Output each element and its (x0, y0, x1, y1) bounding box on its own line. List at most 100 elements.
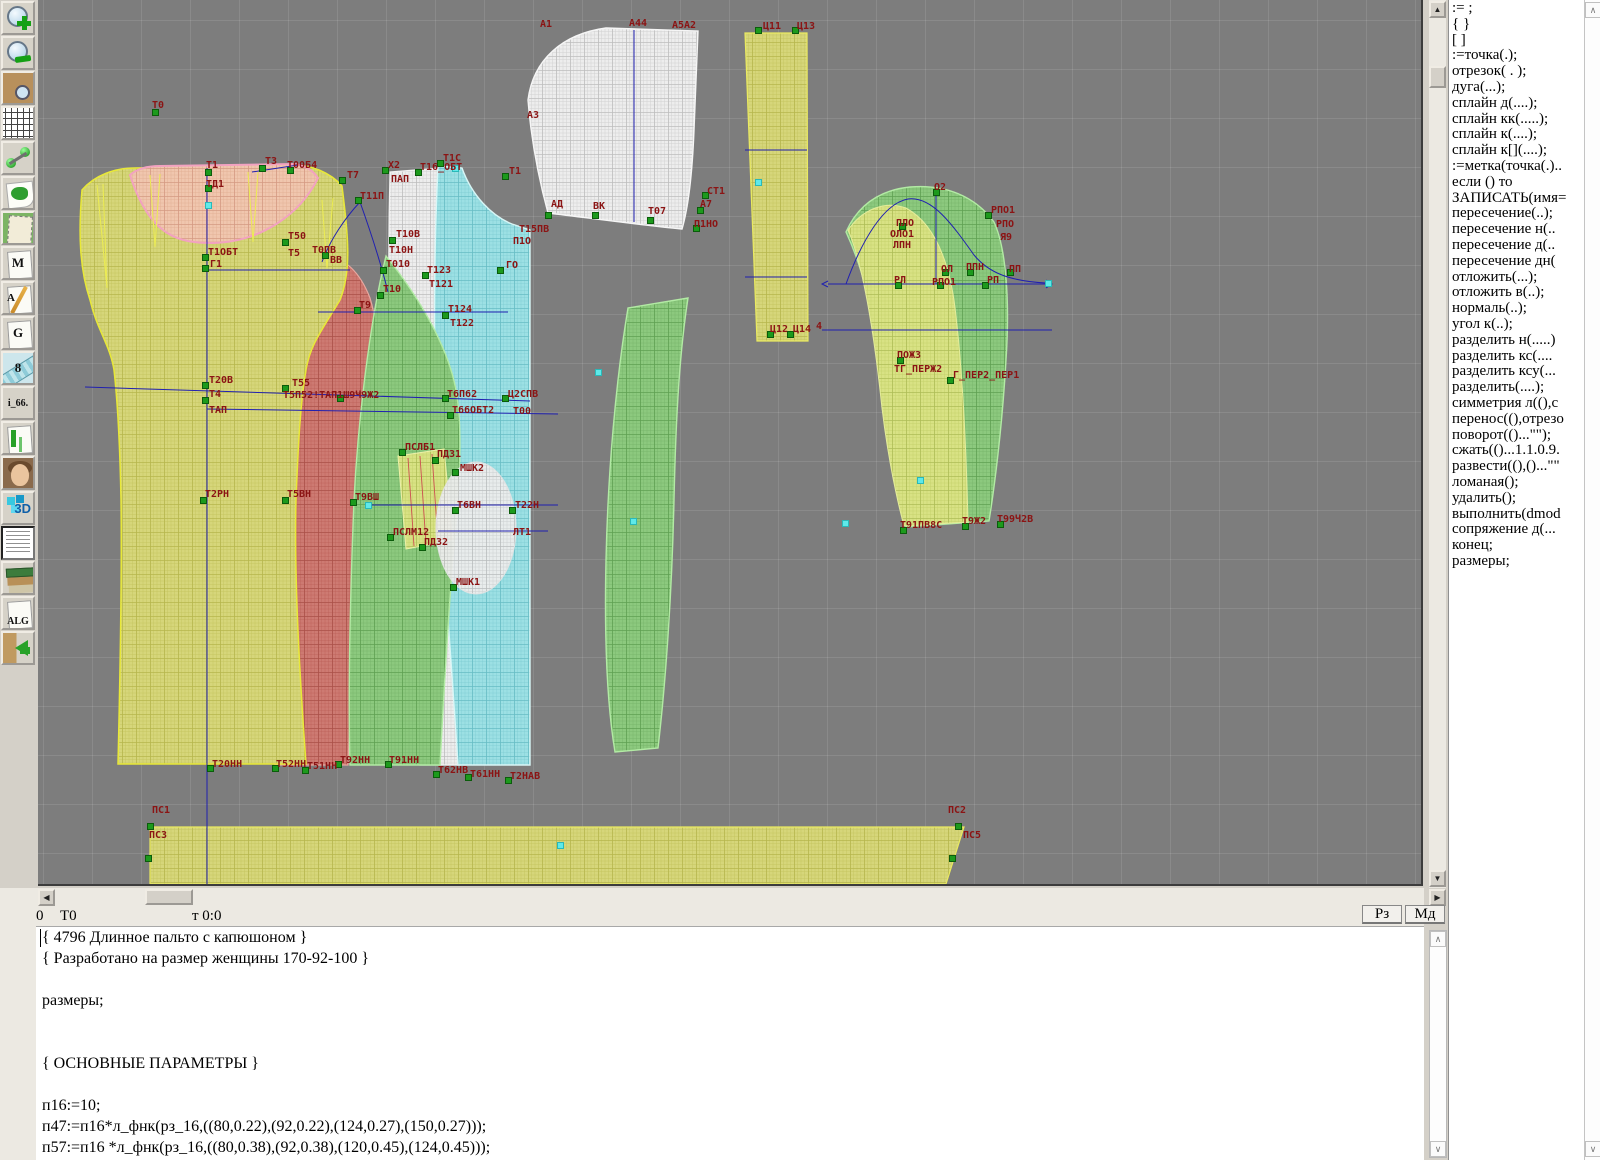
command-item[interactable]: пересечение д(.. (1452, 238, 1584, 254)
toolbar-icon-zoom-in[interactable] (1, 1, 35, 35)
pattern-g-glyph: G (3, 318, 33, 348)
program-editor[interactable]: { 4796 Длинное пальто с капюшоном }{ Раз… (36, 926, 1424, 1160)
pattern-m-glyph: M (3, 248, 33, 278)
toolbar-icon-segment[interactable] (1, 141, 35, 175)
command-item[interactable]: { } (1452, 17, 1584, 33)
toolbar-icon-ruler8[interactable]: 8 (1, 351, 35, 385)
piece-detail-white[interactable] (436, 462, 516, 594)
toolbar-icon-pattern-m[interactable]: M (1, 246, 35, 280)
piece-long-green[interactable] (605, 298, 688, 752)
command-item[interactable]: пересечение дн( (1452, 254, 1584, 270)
command-item[interactable]: разделить н(.....) (1452, 333, 1584, 349)
panel-scrollbar[interactable] (1584, 0, 1600, 1160)
command-item[interactable]: конец; (1452, 538, 1584, 554)
command-item[interactable]: разделить(....); (1452, 380, 1584, 396)
command-item[interactable]: выполнить(dmod (1452, 507, 1584, 523)
status-mode: Т0 (60, 908, 77, 925)
sheet-lens-glyph (3, 73, 33, 103)
editor-line: { 4796 Длинное пальто с капюшоном } (42, 929, 1424, 950)
command-item[interactable]: пересечение н(.. (1452, 222, 1584, 238)
toolbar-icon-doclist[interactable] (1, 526, 35, 560)
editor-line: п47:=п16*л_фнк(рз_16,((80,0.22),(92,0.22… (42, 1118, 1424, 1139)
toolbar-icon-chart[interactable] (1, 421, 35, 455)
command-item[interactable]: перенос((),отрезо (1452, 412, 1584, 428)
scroll-up-button[interactable]: ▲ (1429, 1, 1446, 18)
toolbar-icon-pattern-g[interactable]: G (1, 316, 35, 350)
command-item[interactable]: сплайн к[](....); (1452, 143, 1584, 159)
scroll-left-button[interactable]: ◀ (38, 889, 55, 906)
toolbar-icon-threed[interactable]: 3D (1, 491, 35, 525)
toolbar-icon-map-page[interactable] (1, 176, 35, 210)
piece-belt-yellow[interactable] (150, 827, 964, 884)
pattern-drawing (38, 0, 1423, 884)
toolbar-icon-i66[interactable]: i_66. (1, 386, 35, 420)
command-item[interactable]: если () то (1452, 175, 1584, 191)
command-item[interactable]: :=точка(.); (1452, 48, 1584, 64)
command-item[interactable]: сплайн кк(.....); (1452, 112, 1584, 128)
editor-scroll-down[interactable]: ∨ (1430, 1141, 1446, 1157)
command-item[interactable]: дуга(...); (1452, 80, 1584, 96)
hscroll-thumb[interactable] (145, 889, 193, 905)
editor-line (42, 1013, 1424, 1034)
command-item[interactable]: отрезок( . ); (1452, 64, 1584, 80)
toolbar-icon-pattern-green[interactable] (1, 211, 35, 245)
map-page-glyph (3, 178, 33, 208)
editor-line: п57:=п16 *л_фнк(рз_16,((80,0.38),(92,0.3… (42, 1139, 1424, 1160)
toolbar-icon-drafting[interactable]: A (1, 281, 35, 315)
scroll-right-button[interactable]: ▶ (1429, 889, 1446, 906)
status-bar: 0 Т0 т 0:0 (0, 906, 1424, 926)
toolbar-icon-books[interactable] (1, 561, 35, 595)
ruler8-glyph: 8 (3, 353, 33, 383)
command-item[interactable]: разделить ксу(... (1452, 364, 1584, 380)
canvas-vscrollbar[interactable] (1429, 0, 1446, 888)
doclist-glyph (3, 528, 33, 558)
i66-glyph: i_66. (3, 388, 33, 418)
command-item[interactable]: отложить в(..); (1452, 285, 1584, 301)
md-button[interactable]: Мд (1405, 905, 1445, 924)
editor-scroll-up[interactable]: ∧ (1430, 931, 1446, 947)
command-item[interactable]: угол к(..); (1452, 317, 1584, 333)
command-item[interactable]: [ ] (1452, 33, 1584, 49)
canvas-hscrollbar[interactable] (0, 888, 1424, 906)
rz-button[interactable]: Рз (1362, 905, 1402, 924)
zoom-out-glyph (3, 38, 33, 68)
piece-hood-white[interactable] (528, 28, 698, 229)
command-item[interactable]: симметрия л((),с (1452, 396, 1584, 412)
toolbar-icon-grid[interactable] (1, 106, 35, 140)
vscroll-thumb[interactable] (1429, 66, 1446, 88)
pattern-green-glyph (3, 213, 33, 243)
toolbar-icon-portrait[interactable] (1, 456, 35, 490)
command-item[interactable]: ЗАПИСАТЬ(имя= (1452, 191, 1584, 207)
command-item[interactable]: удалить(); (1452, 491, 1584, 507)
command-item[interactable]: сплайн д(....); (1452, 96, 1584, 112)
command-item[interactable]: пересечение(..); (1452, 206, 1584, 222)
exit-glyph (7, 640, 28, 656)
scroll-down-button[interactable]: ▼ (1429, 870, 1446, 887)
toolbar: MAG 8 i_66. 3D ALG (0, 0, 37, 886)
command-item[interactable]: сплайн к(....); (1452, 127, 1584, 143)
command-item[interactable]: нормаль(..); (1452, 301, 1584, 317)
editor-scrollbar[interactable] (1429, 930, 1447, 1158)
drafting-glyph: A (3, 283, 33, 313)
command-item[interactable]: поворот(()...""); (1452, 428, 1584, 444)
toolbar-icon-sheet-lens[interactable] (1, 71, 35, 105)
command-item[interactable]: отложить(...); (1452, 270, 1584, 286)
command-item[interactable]: сжать(()...1.1.0.9. (1452, 443, 1584, 459)
editor-line: { ОСНОВНЫЕ ПАРАМЕТРЫ } (42, 1055, 1424, 1076)
portrait-glyph (3, 458, 33, 488)
command-item[interactable]: размеры; (1452, 554, 1584, 570)
command-panel: := ;{ }[ ]:=точка(.);отрезок( . );дуга(.… (1448, 0, 1584, 1160)
panel-scroll-up[interactable]: ∧ (1585, 2, 1600, 18)
command-item[interactable]: ломаная(); (1452, 475, 1584, 491)
toolbar-icon-alg[interactable]: ALG (1, 596, 35, 630)
command-item[interactable]: развести((),()..."" (1452, 459, 1584, 475)
command-item[interactable]: := ; (1452, 1, 1584, 17)
command-item[interactable]: :=метка(точка(.).. (1452, 159, 1584, 175)
pattern-canvas[interactable]: Т0А1А44А5А2Ц11Ц13А3АДВКТ07СТ1А7П1НОЦ12Ц1… (38, 0, 1423, 886)
piece-strip-yellow[interactable] (745, 33, 808, 341)
panel-scroll-down[interactable]: ∨ (1585, 1141, 1600, 1157)
command-item[interactable]: сопряжение д(... (1452, 522, 1584, 538)
toolbar-icon-exit[interactable] (1, 631, 35, 665)
command-item[interactable]: разделить кс(.... (1452, 349, 1584, 365)
toolbar-icon-zoom-out[interactable] (1, 36, 35, 70)
